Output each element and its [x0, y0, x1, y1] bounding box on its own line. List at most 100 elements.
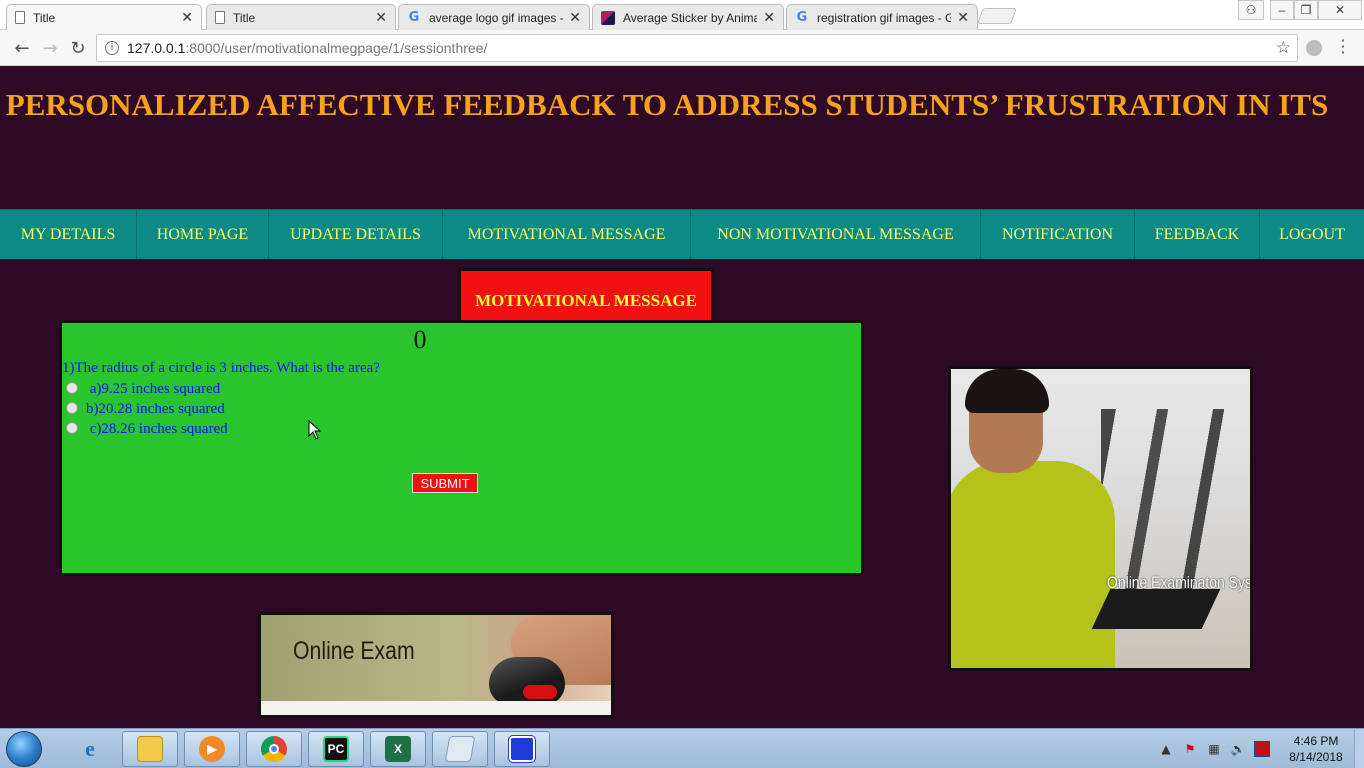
- pycharm-icon[interactable]: PC: [308, 731, 364, 767]
- browser-tab-strip: Title ✕ Title ✕ G average logo gif image…: [0, 0, 1364, 30]
- student-hair: [965, 369, 1049, 413]
- score-display: 0: [413, 325, 427, 354]
- google-icon: G: [408, 9, 420, 25]
- start-button[interactable]: [6, 731, 42, 767]
- windows-taskbar: e ▶ PC X ▲ ⚑ ▦ 🔊 4:46 PM 8/14/2018: [0, 728, 1364, 768]
- notepad-icon[interactable]: [432, 731, 488, 767]
- page-title: PERSONALIZED AFFECTIVE FEEDBACK TO ADDRE…: [5, 87, 1329, 122]
- submit-button[interactable]: SUBMIT: [412, 473, 478, 493]
- answer-option[interactable]: c)28.26 inches squared: [66, 421, 228, 438]
- ie-glyph: e: [85, 736, 95, 761]
- file-explorer-icon[interactable]: [122, 731, 178, 767]
- clock[interactable]: 4:46 PM 8/14/2018: [1282, 733, 1350, 765]
- clock-time: 4:46 PM: [1293, 734, 1339, 748]
- document-icon: [15, 11, 25, 24]
- internet-explorer-icon[interactable]: e: [62, 731, 118, 767]
- address-bar[interactable]: i 127.0.0.1:8000/user/motivationalmegpag…: [96, 34, 1298, 62]
- nav-update-details[interactable]: UPDATE DETAILS: [269, 210, 443, 259]
- snip-glyph: [508, 735, 536, 763]
- url-host: 127.0.0.1: [127, 40, 186, 56]
- chrome-glyph: [261, 736, 287, 762]
- radio-button[interactable]: [66, 401, 78, 414]
- volume-icon[interactable]: 🔊: [1230, 741, 1246, 757]
- security-icon[interactable]: [1254, 741, 1270, 757]
- close-icon[interactable]: ✕: [375, 9, 387, 26]
- banner-text: Online Exam: [293, 637, 415, 665]
- snipping-tool-icon[interactable]: [494, 731, 550, 767]
- play-glyph: ▶: [199, 736, 225, 762]
- tab-title: registration gif images - G: [817, 10, 952, 25]
- new-tab-button[interactable]: [977, 8, 1017, 24]
- student-illustration: [951, 461, 1115, 668]
- question-text: 1)The radius of a circle is 3 inches. Wh…: [62, 360, 380, 376]
- nav-my-details[interactable]: MY DETAILS: [0, 210, 137, 259]
- nav-non-motivational-message[interactable]: NON MOTIVATIONAL MESSAGE: [691, 210, 981, 259]
- show-desktop-button[interactable]: [1354, 729, 1364, 768]
- online-exam-banner: Online Exam: [258, 612, 614, 718]
- monitors-illustration: [1101, 409, 1250, 589]
- pycharm-glyph: PC: [323, 736, 349, 762]
- document-icon: [215, 11, 225, 24]
- menu-icon[interactable]: · · ·: [1338, 33, 1348, 61]
- info-icon[interactable]: i: [105, 41, 119, 55]
- browser-tab[interactable]: Title ✕: [206, 4, 396, 30]
- keyboard-illustration: [1091, 589, 1221, 629]
- photo-caption: Online Examinaton System: [1107, 573, 1252, 592]
- excel-glyph: X: [385, 736, 411, 762]
- chrome-center: [269, 744, 279, 754]
- close-icon[interactable]: ✕: [763, 9, 775, 26]
- notepad-glyph: [444, 736, 476, 762]
- option-label: a)9.25 inches squared: [86, 381, 221, 397]
- quiz-panel: 0 1)The radius of a circle is 3 inches. …: [59, 320, 864, 576]
- clock-date: 8/14/2018: [1289, 750, 1343, 764]
- media-player-icon[interactable]: ▶: [184, 731, 240, 767]
- close-window-button[interactable]: ✕: [1318, 0, 1362, 20]
- browser-tab[interactable]: Average Sticker by Anima ✕: [592, 4, 784, 30]
- restore-button[interactable]: ❐: [1294, 0, 1318, 20]
- forward-arrow-icon[interactable]: →: [38, 36, 62, 60]
- sticker-icon: [601, 10, 615, 25]
- system-tray: ▲ ⚑ ▦ 🔊: [1158, 729, 1278, 768]
- browser-tab[interactable]: Title ✕: [6, 4, 202, 30]
- option-label: c)28.26 inches squared: [86, 421, 228, 437]
- bookmark-star-icon[interactable]: ☆: [1276, 38, 1291, 58]
- network-icon[interactable]: ▦: [1206, 741, 1222, 757]
- extension-icon[interactable]: [1306, 40, 1322, 56]
- action-center-flag-icon[interactable]: ⚑: [1182, 741, 1198, 757]
- minimize-button[interactable]: –: [1270, 0, 1294, 20]
- exam-lab-photo: Online Examinaton System: [948, 366, 1253, 671]
- option-label: b)20.28 inches squared: [86, 401, 225, 417]
- excel-icon[interactable]: X: [370, 731, 426, 767]
- nav-logout[interactable]: LOGOUT: [1260, 210, 1364, 259]
- desk-illustration: [261, 701, 611, 715]
- tab-title: Title: [233, 10, 256, 25]
- mouse-cursor-icon: [308, 420, 322, 440]
- nav-notification[interactable]: NOTIFICATION: [981, 210, 1135, 259]
- main-nav: MY DETAILS HOME PAGE UPDATE DETAILS MOTI…: [0, 209, 1364, 259]
- back-arrow-icon[interactable]: ←: [10, 36, 34, 60]
- nav-feedback[interactable]: FEEDBACK: [1135, 210, 1260, 259]
- web-page: PERSONALIZED AFFECTIVE FEEDBACK TO ADDRE…: [0, 74, 1364, 728]
- browser-toolbar: ← → ↻ i 127.0.0.1:8000/user/motivational…: [0, 30, 1364, 66]
- radio-button[interactable]: [66, 381, 78, 394]
- browser-tab[interactable]: G average logo gif images - ✕: [398, 4, 590, 30]
- tab-title: average logo gif images -: [429, 10, 564, 25]
- chevron-up-icon[interactable]: ▲: [1158, 741, 1174, 757]
- tab-title: Average Sticker by Anima: [623, 10, 758, 25]
- close-icon[interactable]: ✕: [181, 9, 193, 26]
- answer-option[interactable]: b)20.28 inches squared: [66, 401, 225, 418]
- answer-option[interactable]: a)9.25 inches squared: [66, 381, 220, 398]
- reload-icon[interactable]: ↻: [66, 36, 90, 60]
- radio-button[interactable]: [66, 421, 78, 434]
- close-icon[interactable]: ✕: [569, 9, 581, 26]
- url-path: :8000/user/motivationalmegpage/1/session…: [185, 40, 488, 56]
- nav-motivational-message[interactable]: MOTIVATIONAL MESSAGE: [443, 210, 691, 259]
- browser-tab[interactable]: G registration gif images - G ✕: [786, 4, 978, 30]
- chrome-icon[interactable]: [246, 731, 302, 767]
- mouse-light: [523, 685, 557, 699]
- nav-home-page[interactable]: HOME PAGE: [137, 210, 269, 259]
- section-header: MOTIVATIONAL MESSAGE: [458, 268, 714, 324]
- close-icon[interactable]: ✕: [957, 9, 969, 26]
- user-icon[interactable]: ⚇: [1238, 0, 1264, 20]
- folder-glyph: [137, 736, 163, 762]
